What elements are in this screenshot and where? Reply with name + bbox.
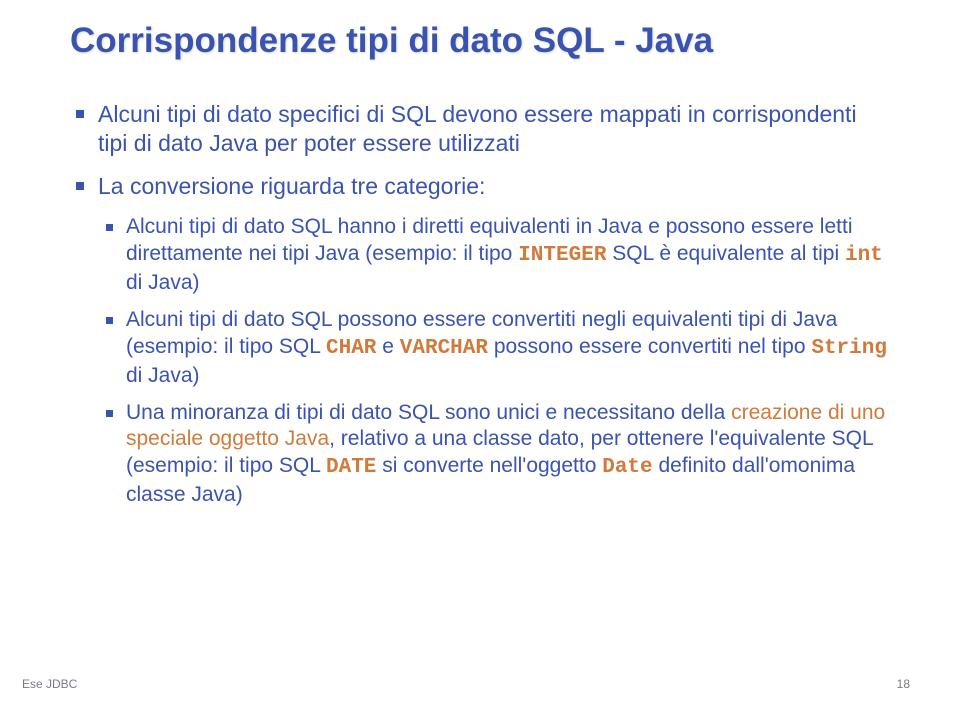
bullet-level2: Alcuni tipi di dato SQL possono essere c… xyxy=(70,307,890,390)
code-date: Date xyxy=(602,456,652,479)
text: di Java) xyxy=(126,364,200,387)
text: possono essere convertiti nel tipo xyxy=(488,335,811,358)
text: Una minoranza di tipi di dato SQL sono u… xyxy=(126,401,731,424)
bullet-level1: Alcuni tipi di dato specifici di SQL dev… xyxy=(70,100,890,158)
footer: Ese JDBC 18 xyxy=(22,677,910,691)
slide-title: Corrispondenze tipi di dato SQL - Java xyxy=(70,20,890,62)
code-string: String xyxy=(811,337,887,360)
bullet-level2: Alcuni tipi di dato SQL hanno i diretti … xyxy=(70,214,890,297)
bullet-level2: Una minoranza di tipi di dato SQL sono u… xyxy=(70,400,890,510)
code-int: int xyxy=(845,244,883,267)
code-integer: INTEGER xyxy=(518,244,606,267)
text: di Java) xyxy=(126,271,200,294)
bullet-level1: La conversione riguarda tre categorie: xyxy=(70,172,890,201)
slide: Corrispondenze tipi di dato SQL - Java A… xyxy=(0,0,960,509)
code-char: CHAR xyxy=(326,337,376,360)
text: SQL è equivalente al tipi xyxy=(606,242,845,265)
code-date-upper: DATE xyxy=(326,456,376,479)
footer-label: Ese JDBC xyxy=(22,677,77,691)
code-varchar: VARCHAR xyxy=(400,337,488,360)
page-number: 18 xyxy=(897,677,910,691)
text: si converte nell'oggetto xyxy=(376,454,602,477)
text: e xyxy=(376,335,399,358)
